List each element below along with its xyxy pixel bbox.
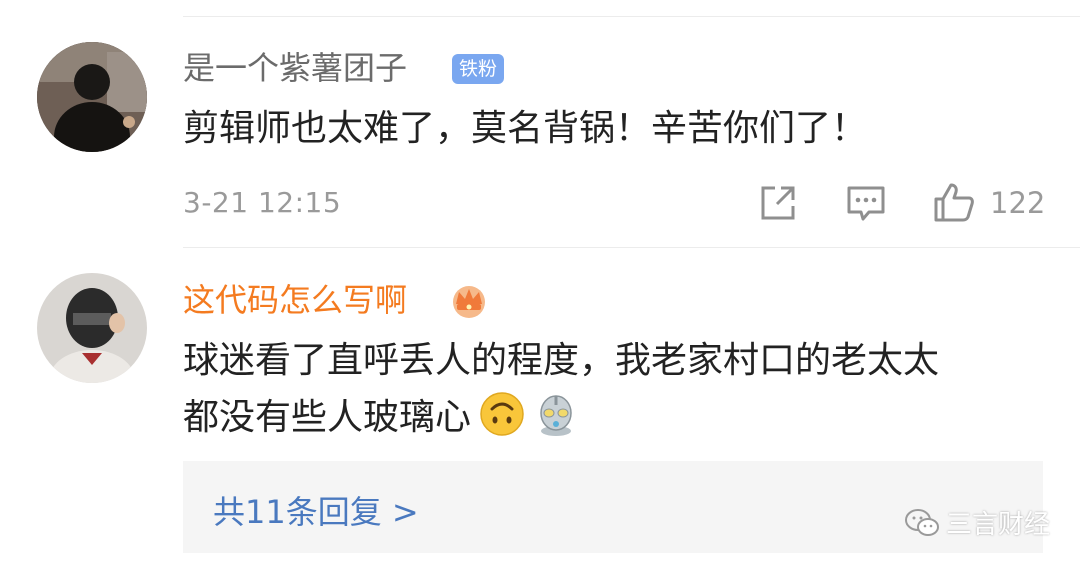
comment-divider xyxy=(183,247,1080,248)
username[interactable]: 这代码怎么写啊 xyxy=(183,280,407,320)
reply-icon[interactable] xyxy=(845,182,887,224)
comment-text-line1: 球迷看了直呼丢人的程度，我老家村口的老太太 xyxy=(183,340,940,381)
comment-text-line2: 都没有些人玻璃心 xyxy=(183,389,579,447)
upside-down-face-emoji xyxy=(480,392,524,436)
like-icon[interactable] xyxy=(932,180,976,224)
wechat-icon xyxy=(904,508,939,536)
username[interactable]: 是一个紫薯团子 xyxy=(183,48,407,88)
comment-text: 剪辑师也太难了，莫名背锅！辛苦你们了！ xyxy=(183,108,868,149)
avatar[interactable] xyxy=(37,42,147,152)
avatar[interactable] xyxy=(37,273,147,383)
avatar-photo xyxy=(37,42,147,152)
view-replies-link[interactable]: 共11条回复 > xyxy=(213,487,419,533)
comment-text-line2-label: 都没有些人玻璃心 xyxy=(183,397,472,438)
timestamp: 3-21 12:15 xyxy=(183,186,342,219)
avatar-photo xyxy=(37,273,147,383)
fan-badge: 铁粉 xyxy=(452,54,505,84)
top-divider xyxy=(183,16,1080,17)
watermark-label: 三言财经 xyxy=(945,510,1050,540)
like-count: 122 xyxy=(990,186,1046,220)
watermark: 三言财经 xyxy=(904,504,1050,541)
share-icon[interactable] xyxy=(757,182,799,224)
robot-emoji xyxy=(540,395,572,436)
crown-icon xyxy=(453,286,485,318)
